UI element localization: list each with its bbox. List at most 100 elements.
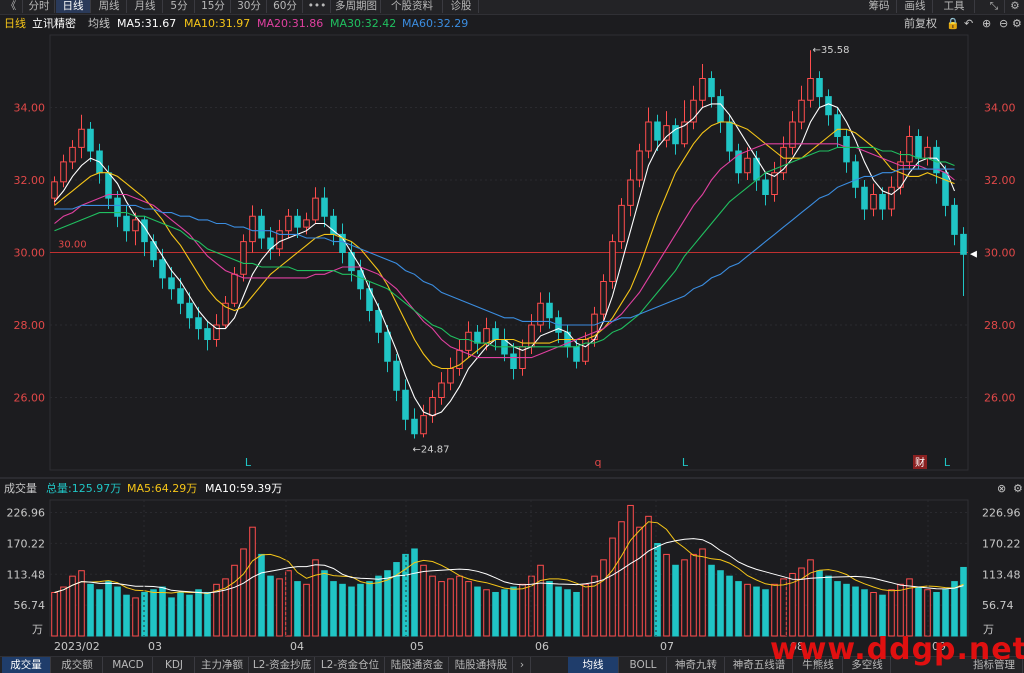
candle-body [816,78,823,98]
volume-tick-left: 113.48 [7,568,46,581]
low-price-label: ←24.87 [413,444,450,455]
event-marker: L [682,456,689,469]
volume-bar [465,581,472,637]
price-tick-right: 28.00 [984,319,1016,332]
volume-bar [96,589,103,637]
volume-bar [447,578,454,637]
volume-bar [807,559,814,637]
candle-body [393,360,400,391]
volume-bar [150,589,157,637]
volume-bar [834,581,841,637]
volume-ma10: MA10:59.39万 [205,482,283,495]
volume-bar [114,586,121,637]
volume-bar [357,583,364,637]
candle-body [654,121,661,141]
candle-body [195,317,202,330]
volume-bar [780,578,787,637]
candle-body [51,181,58,199]
candle-body [384,331,391,362]
volume-bar [303,583,310,637]
reference-line-label: 30.00 [58,240,87,251]
volume-ma5: MA5:64.29万 [127,482,198,495]
candle-body [879,194,886,210]
volume-bar [123,594,130,637]
candle-body [285,215,292,232]
volume-bar [816,570,823,637]
candle-body [87,128,94,152]
volume-bar [735,581,742,637]
x-axis-label: 06 [535,640,549,653]
event-marker: q [595,456,602,469]
candle-body [717,96,724,123]
volume-bar [582,583,589,637]
volume-bar [177,591,184,637]
candle-body [744,157,751,174]
volume-total: 总量:125.97万 [46,482,122,495]
x-axis-label: 04 [290,640,304,653]
tabs-scroll-right-icon[interactable]: › [514,657,531,673]
candle-body [177,288,184,304]
candle-body [159,259,166,279]
volume-bar [537,564,544,637]
volume-tick-right: 56.74 [982,599,1014,612]
volume-bar [231,564,238,637]
bottom-tab-7[interactable]: 陆股通资金 [386,657,449,673]
volume-bar [294,581,301,637]
volume-bar [771,583,778,637]
candle-body [492,328,499,340]
price-tick-right: 32.00 [984,174,1016,187]
overlay-tab-0[interactable]: 均线 [568,657,619,673]
volume-bar [798,567,805,637]
volume-bar [51,591,58,637]
volume-bar [258,553,265,637]
candle-body [951,204,958,235]
volume-bar [852,586,859,637]
volume-bar [429,575,436,637]
overlay-tab-2[interactable]: 神奇九转 [668,657,725,673]
overlay-tab-1[interactable]: BOLL [620,657,667,673]
candle-body [627,179,634,206]
volume-bar [339,583,346,637]
bottom-tab-4[interactable]: 主力净额 [196,657,249,673]
volume-bar [600,559,607,637]
volume-bar [105,581,112,637]
volume-bar [915,586,922,637]
volume-bar [744,583,751,637]
bottom-tab-6[interactable]: L2-资金仓位 [316,657,385,673]
volume-bar [285,570,292,637]
volume-bar [627,504,634,637]
candle-body [852,161,859,188]
event-marker: L [245,456,252,469]
candle-body [312,197,319,221]
bottom-tab-5[interactable]: L2-资金抄底 [250,657,315,673]
candle-body [204,328,211,340]
bottom-tab-3[interactable]: KDJ [154,657,195,673]
settings-indicator-icon[interactable]: ⚙ [1013,481,1023,497]
volume-bar [654,543,661,637]
candle-body [609,241,616,282]
volume-bar [897,583,904,637]
volume-tick-right: 113.48 [982,568,1021,581]
volume-bar [636,526,643,637]
volume-bar [141,591,148,637]
volume-bar [267,575,274,637]
price-tick-right: 26.00 [984,392,1016,405]
bottom-tab-1[interactable]: 成交额 [52,657,103,673]
event-marker: L [944,456,951,469]
volume-bar [60,586,67,637]
close-indicator-icon[interactable]: ⊗ [997,481,1006,497]
bottom-tab-8[interactable]: 陆股通持股 [450,657,513,673]
candle-body [294,215,301,228]
candle-body [303,219,310,228]
candle-body [78,128,85,148]
finance-marker: 财 [915,456,925,469]
price-tick-left: 26.00 [14,392,46,405]
volume-bar [312,559,319,637]
candle-body [915,136,922,159]
volume-bar [321,570,328,637]
price-tick-right: 34.00 [984,102,1016,115]
bottom-tab-2[interactable]: MACD [104,657,153,673]
volume-bar [717,570,724,637]
kline-chart[interactable]: 34.00 34.00 32.00 32.00 30.00 30.00 28.00 28.00… [0,0,1024,672]
bottom-tab-0[interactable]: 成交量 [2,657,51,673]
